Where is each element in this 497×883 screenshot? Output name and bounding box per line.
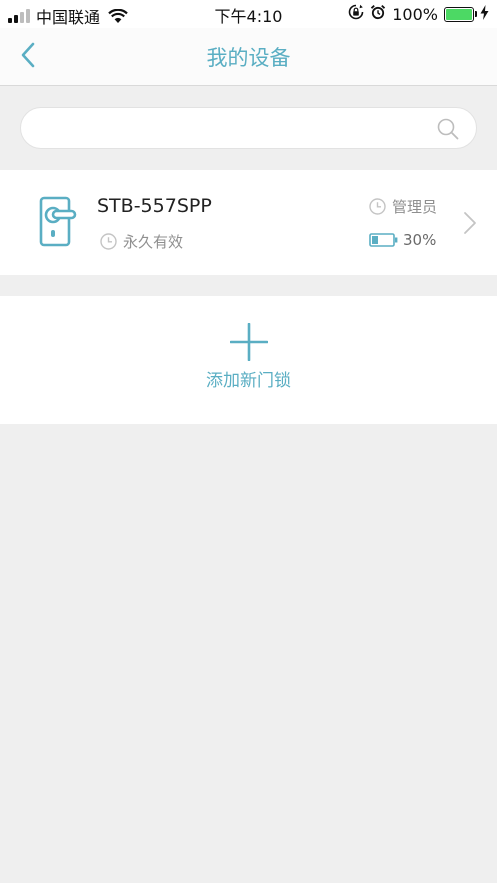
search-area <box>0 86 497 170</box>
device-battery: 30% <box>369 231 436 249</box>
role: 管理员 <box>369 196 437 217</box>
search-box[interactable] <box>20 107 477 149</box>
battery-icon <box>444 6 477 22</box>
nav-bar: 我的设备 <box>0 28 497 86</box>
battery-percent: 30% <box>403 231 437 249</box>
device-name: STB-557SPP <box>97 195 212 217</box>
search-icon[interactable] <box>436 117 460 145</box>
charging-icon <box>480 4 489 24</box>
orientation-lock-icon <box>348 4 364 24</box>
battery-fill <box>446 8 472 20</box>
add-lock-button[interactable]: 添加新门锁 <box>0 296 497 424</box>
clock-icon <box>100 233 117 250</box>
door-lock-icon <box>38 196 80 252</box>
add-lock-label: 添加新门锁 <box>206 371 291 391</box>
page-title: 我的设备 <box>206 46 291 70</box>
status-right: 100% <box>348 4 489 24</box>
search-input[interactable] <box>41 108 431 148</box>
plus-icon <box>229 322 269 365</box>
battery-icon <box>369 233 398 247</box>
chevron-right-icon <box>463 211 477 239</box>
battery-percent: 100% <box>392 4 438 24</box>
role-label: 管理员 <box>392 198 438 216</box>
validity: 永久有效 <box>100 231 183 252</box>
validity-label: 永久有效 <box>123 233 184 251</box>
alarm-icon <box>370 4 386 24</box>
status-bar: 中国联通 下午4:10 100% <box>0 0 497 28</box>
clock-icon <box>369 198 386 215</box>
device-card[interactable]: STB-557SPP 永久有效 管理员 30% <box>0 170 497 275</box>
